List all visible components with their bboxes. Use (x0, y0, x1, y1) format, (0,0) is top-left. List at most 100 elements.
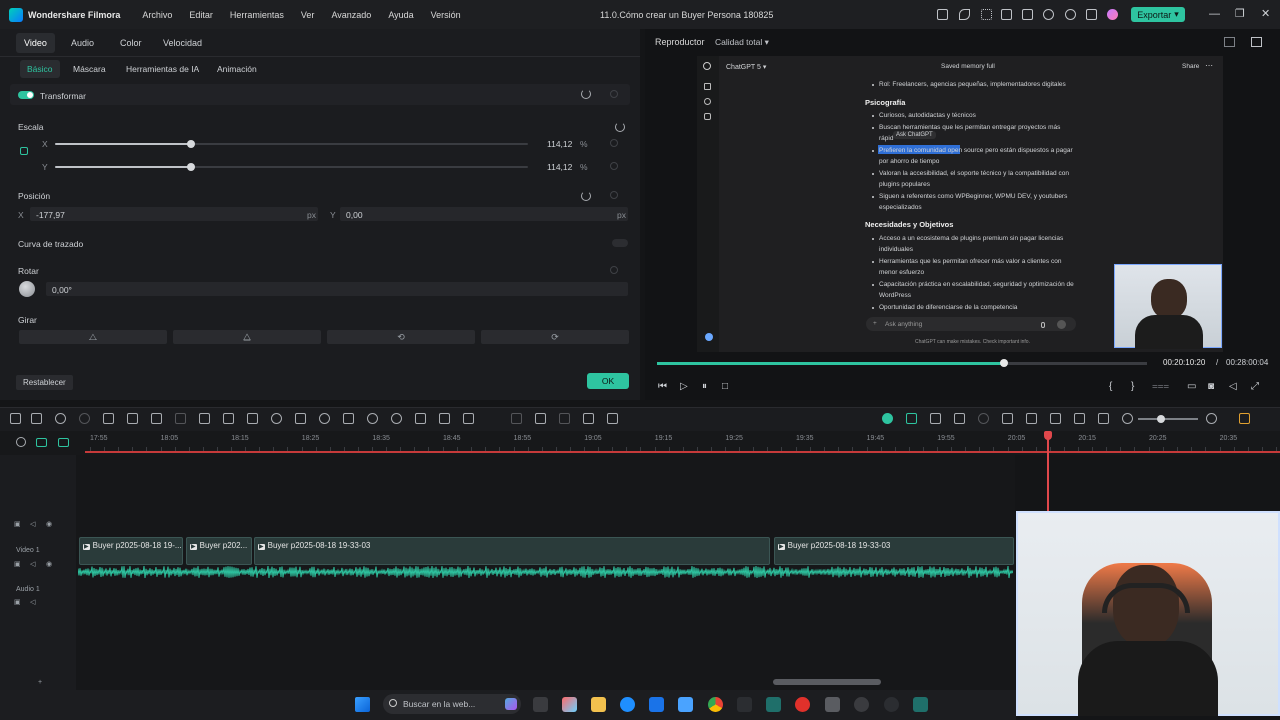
delete-icon[interactable] (103, 413, 114, 424)
media-player-icon[interactable] (884, 697, 899, 712)
more-tools-icon[interactable] (607, 413, 618, 424)
restore-icon[interactable]: ❐ (1235, 9, 1245, 20)
magnet-icon[interactable] (906, 413, 917, 424)
close-icon[interactable]: ✕ (1261, 9, 1270, 20)
play-range-icon[interactable] (978, 413, 989, 424)
fit-icon[interactable] (1098, 413, 1109, 424)
cloud-icon[interactable] (1043, 9, 1054, 20)
mark-list-icon[interactable]: ⩶ (1152, 381, 1169, 392)
record-icon[interactable] (367, 413, 378, 424)
save-icon[interactable] (1022, 9, 1033, 20)
scale-x-value[interactable]: 114,12 (547, 139, 572, 149)
track-lock-icon[interactable]: ▣ (14, 520, 21, 528)
snap-icon[interactable] (882, 413, 893, 424)
mask-tool-icon[interactable] (559, 413, 570, 424)
support-icon[interactable] (1065, 9, 1076, 20)
zoom-slider[interactable] (1138, 418, 1198, 420)
scale-x-handle[interactable] (187, 140, 195, 148)
reset-button[interactable]: Restablecer (16, 375, 73, 390)
adjust-icon[interactable] (463, 413, 474, 424)
group-icon[interactable] (583, 413, 594, 424)
scale-reset-icon[interactable] (615, 122, 625, 132)
tab-velocidad[interactable]: Velocidad (163, 38, 202, 48)
store-icon[interactable] (649, 697, 664, 712)
windows-start-icon[interactable] (355, 697, 370, 712)
track-eye-icon[interactable]: ◉ (46, 520, 52, 528)
keyframe-icon[interactable] (610, 90, 618, 98)
copilot-icon[interactable] (505, 698, 517, 710)
transform-reset-icon[interactable] (581, 89, 591, 99)
path-curve-toggle[interactable] (612, 239, 628, 247)
lock-ratio-icon[interactable] (20, 147, 28, 155)
menu-archivo[interactable]: Archivo (142, 10, 172, 20)
audio-lock-icon[interactable]: ▣ (14, 598, 21, 606)
subtab-animacion[interactable]: Animación (217, 64, 257, 74)
export-button[interactable]: Exportar ▾ (1131, 7, 1185, 22)
rotate-dial[interactable] (19, 281, 35, 297)
grid-icon[interactable] (1086, 9, 1097, 20)
render-icon[interactable] (954, 413, 965, 424)
ai-icon[interactable] (319, 413, 330, 424)
menu-editar[interactable]: Editar (189, 10, 213, 20)
position-x-field[interactable] (30, 207, 318, 221)
zoom-icon[interactable] (415, 413, 426, 424)
loading-icon[interactable] (981, 9, 992, 20)
taskbar-search[interactable]: Buscar en la web... (383, 694, 521, 714)
mark-out-icon[interactable]: } (1131, 381, 1134, 392)
position-x-value[interactable]: -177,97 (36, 210, 65, 220)
minimize-icon[interactable]: — (1209, 9, 1220, 20)
video-clip[interactable]: Buyer p202... (186, 537, 252, 565)
edge-icon[interactable] (620, 697, 635, 712)
add-track-icon[interactable]: + (38, 679, 42, 686)
chrome-icon[interactable] (708, 697, 723, 712)
rotate-right-icon[interactable]: ⟳ (481, 330, 629, 344)
obs-icon[interactable] (854, 697, 869, 712)
opera-icon[interactable] (795, 697, 810, 712)
subtab-ia-tools[interactable]: Herramientas de IA (126, 64, 199, 74)
flip-vertical-icon[interactable]: ⧋ (173, 330, 321, 344)
rotate-value[interactable]: 0,00° (52, 285, 72, 295)
edit-icon[interactable] (343, 413, 354, 424)
subtab-mascara[interactable]: Máscara (73, 64, 106, 74)
quality-select[interactable]: Calidad total ▾ (715, 37, 769, 48)
select-tool-icon[interactable] (31, 413, 42, 424)
keyframe-tool-icon[interactable] (439, 413, 450, 424)
motion-icon[interactable] (511, 413, 522, 424)
add-icon[interactable] (223, 413, 234, 424)
display-icon[interactable]: ▭ (1187, 381, 1196, 392)
text-icon[interactable] (199, 413, 210, 424)
volume-icon[interactable]: ◁ (1229, 381, 1237, 392)
speed-icon[interactable] (271, 413, 282, 424)
gift-icon[interactable] (937, 9, 948, 20)
mic-record-icon[interactable] (1026, 413, 1037, 424)
transform-toggle[interactable] (18, 91, 34, 99)
notes-icon[interactable] (737, 697, 752, 712)
menu-version[interactable]: Versión (431, 10, 461, 20)
freeze-icon[interactable] (247, 413, 258, 424)
menu-avanzado[interactable]: Avanzado (331, 10, 371, 20)
mark-in-icon[interactable]: { (1109, 381, 1112, 392)
split-icon[interactable] (127, 413, 138, 424)
layout-grid-icon[interactable] (10, 413, 21, 424)
calculator-icon[interactable] (825, 697, 840, 712)
camera-icon[interactable]: ◙ (1208, 381, 1214, 392)
video-clip[interactable]: Buyer p2025-08-18 19-... (79, 537, 183, 565)
task-view-icon[interactable] (533, 697, 548, 712)
zoom-slider-handle[interactable] (1157, 415, 1165, 423)
rotate-left-icon[interactable]: ⟲ (327, 330, 475, 344)
tab-audio[interactable]: Audio (71, 38, 94, 48)
audio-tool-icon[interactable] (535, 413, 546, 424)
prev-frame-icon[interactable]: ⏮ (658, 381, 667, 392)
audio-mute-icon[interactable]: ◁ (30, 598, 35, 606)
send-icon[interactable] (959, 9, 970, 20)
timer-icon[interactable] (391, 413, 402, 424)
marker-icon[interactable] (1002, 413, 1013, 424)
avatar[interactable] (1107, 9, 1118, 20)
ok-button[interactable]: OK (587, 373, 629, 389)
subtab-basico[interactable]: Básico (20, 60, 60, 78)
track-mute-icon[interactable]: ◁ (30, 520, 35, 528)
track-manage-icon[interactable] (58, 438, 69, 447)
zoom-in-icon[interactable] (1206, 413, 1217, 424)
timeline-scrollbar[interactable] (773, 679, 881, 685)
transition-icon[interactable] (175, 413, 186, 424)
